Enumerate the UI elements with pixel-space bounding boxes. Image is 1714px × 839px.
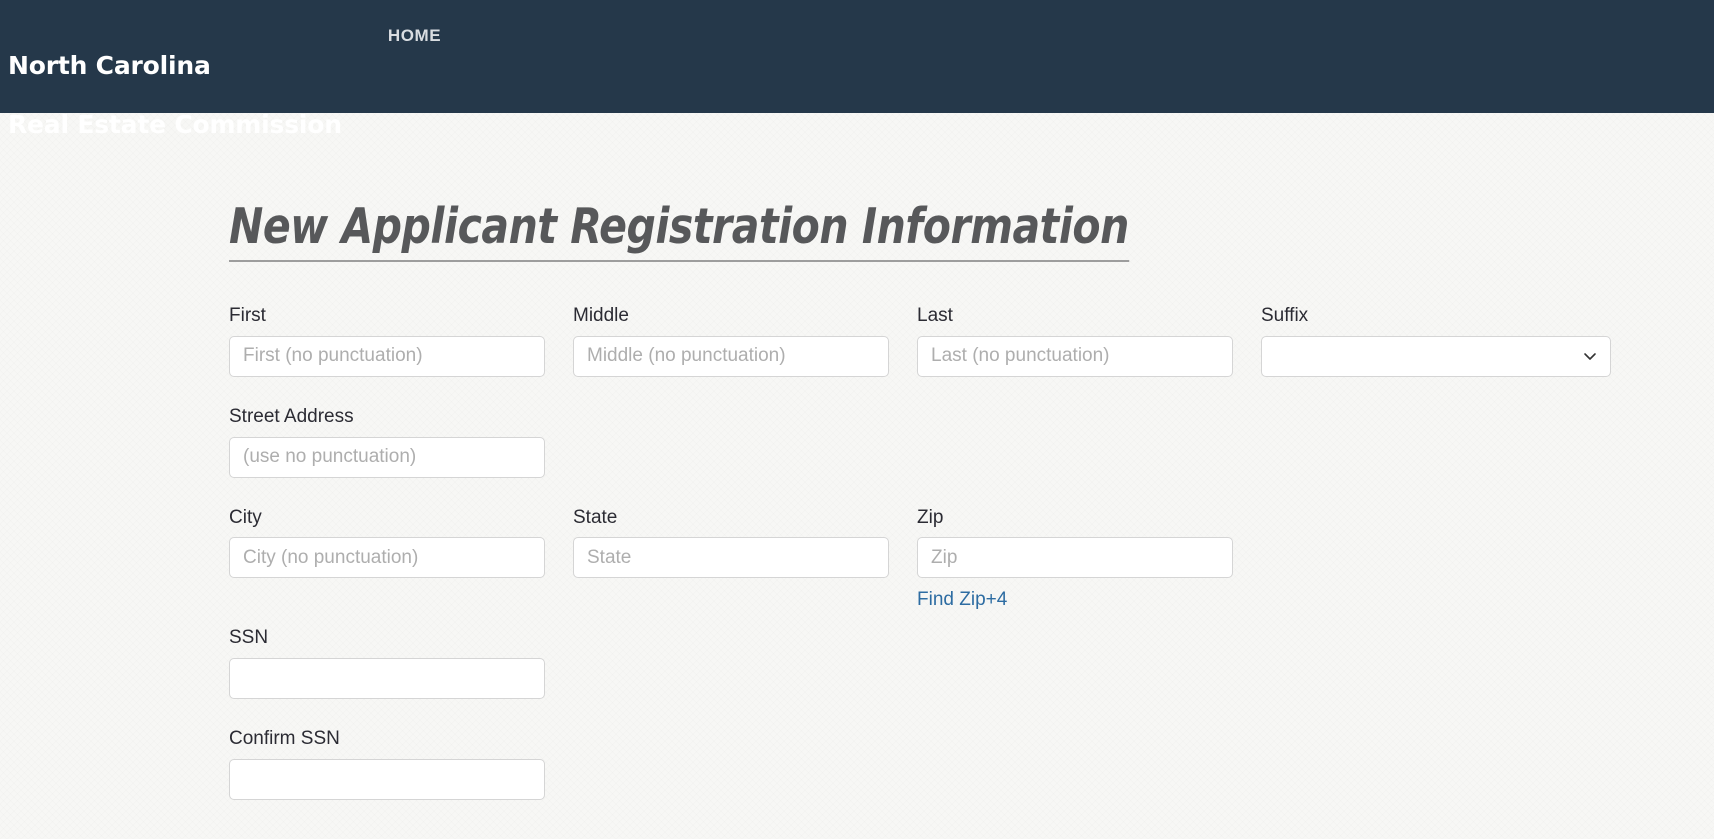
site-header: North Carolina Real Estate Commission HO…: [0, 0, 1714, 139]
zip-input[interactable]: [917, 537, 1233, 579]
find-zip-plus-4-link[interactable]: Find Zip+4: [917, 589, 1007, 611]
nav-item-home[interactable]: HOME: [388, 26, 441, 45]
label-city: City: [229, 506, 262, 528]
page-title: New Applicant Registration Information: [229, 198, 1129, 262]
row-spacer-3: [229, 611, 1699, 627]
label-confirm-ssn: Confirm SSN: [229, 728, 340, 750]
main-nav: HOME: [388, 0, 441, 46]
brand-line-1: North Carolina: [8, 51, 211, 81]
row-spacer-2: [229, 478, 1699, 507]
field-city: City: [229, 507, 545, 612]
registration-form: First Middle Last Suffix: [229, 305, 1699, 800]
suffix-select-wrap: [1261, 335, 1611, 377]
ssn-input[interactable]: [229, 658, 545, 700]
label-zip: Zip: [917, 506, 944, 528]
label-ssn: SSN: [229, 627, 269, 649]
row-spacer-1: [229, 377, 1699, 406]
form-row-ssn: SSN: [229, 627, 1699, 700]
middle-name-input[interactable]: [573, 335, 889, 377]
row-spacer-4: [229, 699, 1699, 728]
suffix-select[interactable]: [1261, 335, 1611, 377]
field-first: First: [229, 305, 545, 377]
label-last: Last: [917, 305, 953, 326]
field-ssn: SSN: [229, 627, 545, 700]
brand-line-2: Real Estate Commission: [8, 109, 342, 139]
label-state: State: [573, 506, 618, 528]
form-row-name: First Middle Last Suffix: [229, 305, 1699, 377]
form-row-street: Street Address: [229, 406, 1699, 478]
label-first: First: [229, 305, 266, 326]
field-suffix: Suffix: [1261, 305, 1611, 377]
field-confirm-ssn: Confirm SSN: [229, 728, 545, 800]
form-row-confirm-ssn: Confirm SSN: [229, 728, 1699, 800]
field-state: State: [573, 507, 889, 612]
last-name-input[interactable]: [917, 335, 1233, 377]
field-last: Last: [917, 305, 1233, 377]
first-name-input[interactable]: [229, 335, 545, 377]
site-brand: North Carolina Real Estate Commission: [0, 0, 342, 168]
label-suffix: Suffix: [1261, 305, 1309, 326]
field-zip: Zip Find Zip+4: [917, 507, 1233, 612]
confirm-ssn-input[interactable]: [229, 758, 545, 800]
field-street-address: Street Address: [229, 406, 545, 478]
label-middle: Middle: [573, 305, 629, 326]
street-address-input[interactable]: [229, 436, 545, 478]
field-middle: Middle: [573, 305, 889, 377]
label-street-address: Street Address: [229, 405, 354, 427]
city-input[interactable]: [229, 537, 545, 579]
form-row-address: City State Zip Find Zip+4: [229, 507, 1699, 612]
state-input[interactable]: [573, 537, 889, 579]
